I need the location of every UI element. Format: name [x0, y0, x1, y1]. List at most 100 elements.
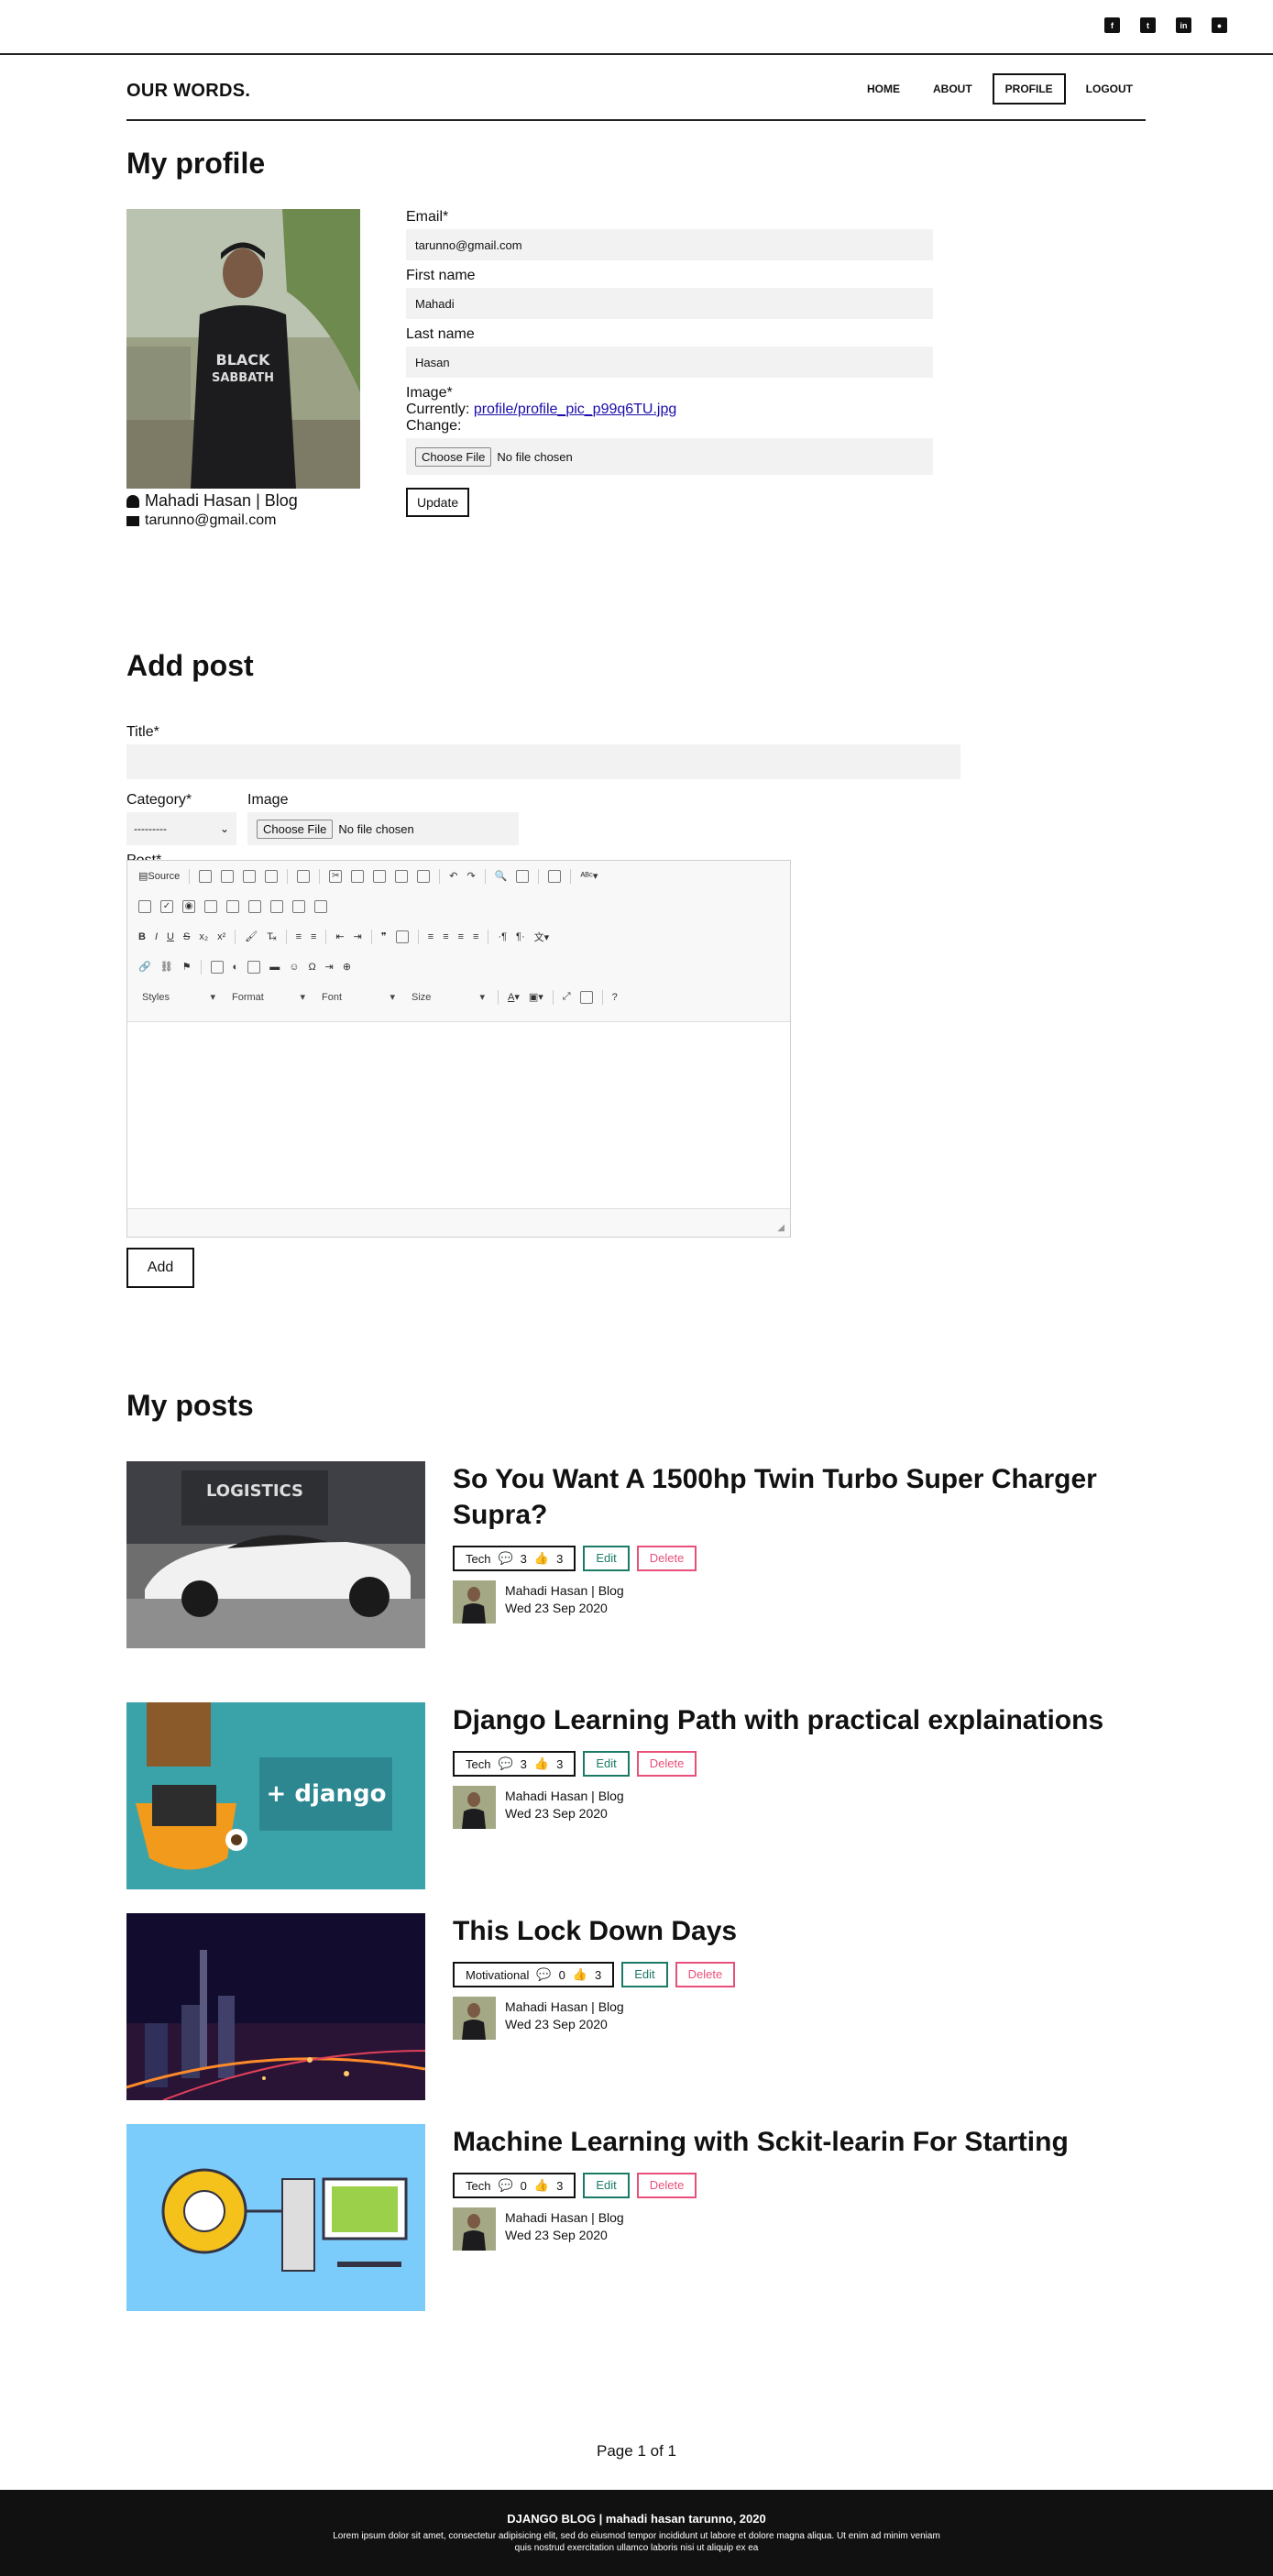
post-stats-badge[interactable]: Motivational 💬 0 👍 3: [453, 1962, 615, 1987]
iframe-icon[interactable]: ⊕: [343, 961, 351, 974]
unlink-icon[interactable]: ⛓: [160, 961, 173, 974]
post-thumbnail[interactable]: [126, 2124, 425, 2311]
textarea-icon[interactable]: [226, 899, 239, 913]
textfield-icon[interactable]: [204, 899, 217, 913]
delete-button[interactable]: Delete: [636, 1546, 697, 1571]
smiley-icon[interactable]: ☺: [289, 961, 299, 974]
nav-home[interactable]: HOME: [854, 73, 913, 105]
page-break-icon[interactable]: ⇥: [325, 961, 334, 974]
div-icon[interactable]: [395, 930, 409, 943]
copy-icon[interactable]: [351, 869, 365, 883]
show-blocks-icon[interactable]: [579, 990, 593, 1004]
choose-file-button[interactable]: Choose File: [415, 446, 492, 467]
update-button[interactable]: Update: [406, 488, 470, 517]
align-left-icon[interactable]: ≡: [428, 930, 433, 943]
horizontal-line-icon[interactable]: ▬: [269, 961, 280, 974]
format-combo[interactable]: Format ▾: [228, 988, 309, 1007]
profile-image-input[interactable]: Choose File No file chosen: [406, 438, 933, 475]
delete-button[interactable]: Delete: [636, 1751, 697, 1777]
blockquote-icon[interactable]: ❞: [381, 930, 387, 943]
superscript-icon[interactable]: x²: [217, 930, 225, 943]
italic-icon[interactable]: I: [155, 930, 158, 943]
link-icon[interactable]: 🔗: [138, 961, 151, 974]
text-color-icon[interactable]: A ▾: [508, 991, 520, 1004]
edit-button[interactable]: Edit: [583, 2173, 630, 2198]
flash-icon[interactable]: ◐: [233, 961, 239, 974]
maximize-icon[interactable]: ⤢: [563, 991, 571, 1004]
bullet-list-icon[interactable]: ≡: [311, 930, 316, 943]
styles-combo[interactable]: Styles ▾: [138, 988, 219, 1007]
post-thumbnail[interactable]: LOGISTICS: [126, 1461, 425, 1648]
spellcheck-icon[interactable]: ᴬᴮᶜ▾: [580, 870, 598, 883]
nav-profile[interactable]: PROFILE: [992, 73, 1066, 105]
replace-icon[interactable]: [516, 869, 530, 883]
select-all-icon[interactable]: [548, 869, 562, 883]
post-image-input[interactable]: Choose File No file chosen: [247, 812, 519, 845]
select-field-icon[interactable]: [248, 899, 261, 913]
nav-about[interactable]: ABOUT: [920, 73, 985, 105]
cut-icon[interactable]: ✂: [329, 869, 343, 883]
email-field[interactable]: tarunno@gmail.com: [406, 229, 933, 260]
size-combo[interactable]: Size ▾: [408, 988, 488, 1007]
special-char-icon[interactable]: Ω: [308, 961, 315, 974]
post-choose-file-button[interactable]: Choose File: [257, 819, 334, 839]
checkbox-icon[interactable]: ✓: [160, 899, 173, 913]
twitter-icon[interactable]: t: [1140, 17, 1156, 33]
align-center-icon[interactable]: ≡: [443, 930, 448, 943]
post-thumbnail[interactable]: + django: [126, 1702, 425, 1889]
numbered-list-icon[interactable]: ≡: [296, 930, 302, 943]
edit-button[interactable]: Edit: [583, 1546, 630, 1571]
preview-icon[interactable]: [243, 869, 257, 883]
last-name-field[interactable]: Hasan: [406, 347, 933, 378]
bg-color-icon[interactable]: ▣▾: [529, 991, 543, 1004]
radio-icon[interactable]: ◉: [182, 899, 195, 913]
category-select[interactable]: --------- ⌄: [126, 812, 236, 845]
redo-icon[interactable]: ↷: [466, 870, 475, 883]
subscript-icon[interactable]: x₂: [199, 930, 208, 943]
underline-icon[interactable]: U: [167, 930, 174, 943]
button-icon[interactable]: [270, 899, 283, 913]
table-icon[interactable]: [247, 960, 261, 974]
edit-button[interactable]: Edit: [621, 1962, 668, 1987]
brand-logo[interactable]: OUR WORDS.: [126, 81, 250, 102]
anchor-icon[interactable]: ⚑: [182, 961, 192, 974]
post-title[interactable]: This Lock Down Days: [453, 1913, 1146, 1949]
paste-text-icon[interactable]: [395, 869, 409, 883]
ltr-icon[interactable]: ·¶: [498, 930, 507, 943]
editor-content-area[interactable]: [127, 1021, 790, 1209]
source-button[interactable]: ▤ Source: [138, 870, 180, 883]
post-thumbnail[interactable]: [126, 1913, 425, 2100]
title-input[interactable]: [126, 744, 960, 779]
image-button-icon[interactable]: [292, 899, 305, 913]
post-title[interactable]: Django Learning Path with practical expl…: [453, 1702, 1146, 1738]
facebook-icon[interactable]: f: [1104, 17, 1120, 33]
current-image-link[interactable]: profile/profile_pic_p99q6TU.jpg: [474, 402, 676, 417]
first-name-field[interactable]: Mahadi: [406, 288, 933, 319]
find-icon[interactable]: 🔍: [495, 870, 508, 883]
hidden-field-icon[interactable]: [314, 899, 327, 913]
post-stats-badge[interactable]: Tech 💬 3 👍 3: [453, 1751, 576, 1777]
post-stats-badge[interactable]: Tech 💬 0 👍 3: [453, 2173, 576, 2198]
delete-button[interactable]: Delete: [636, 2173, 697, 2198]
bold-icon[interactable]: B: [138, 930, 146, 943]
delete-button[interactable]: Delete: [675, 1962, 736, 1987]
templates-icon[interactable]: [297, 869, 311, 883]
strike-icon[interactable]: S: [183, 930, 190, 943]
align-right-icon[interactable]: ≡: [458, 930, 464, 943]
indent-icon[interactable]: ⇥: [354, 930, 362, 943]
font-combo[interactable]: Font ▾: [318, 988, 399, 1007]
outdent-icon[interactable]: ⇤: [335, 930, 344, 943]
copy-format-icon[interactable]: 🖌: [245, 930, 258, 943]
paste-word-icon[interactable]: [417, 869, 431, 883]
justify-icon[interactable]: ≡: [473, 930, 478, 943]
image-icon[interactable]: [210, 960, 224, 974]
print-icon[interactable]: [265, 869, 279, 883]
form-icon[interactable]: [138, 899, 151, 913]
nav-logout[interactable]: LOGOUT: [1073, 73, 1146, 105]
add-post-button[interactable]: Add: [126, 1248, 194, 1288]
post-title[interactable]: Machine Learning with Sckit-learin For S…: [453, 2124, 1146, 2160]
undo-icon[interactable]: ↶: [449, 870, 457, 883]
resize-handle-icon[interactable]: ◢: [777, 1223, 785, 1233]
edit-button[interactable]: Edit: [583, 1751, 630, 1777]
linkedin-icon[interactable]: in: [1176, 17, 1191, 33]
